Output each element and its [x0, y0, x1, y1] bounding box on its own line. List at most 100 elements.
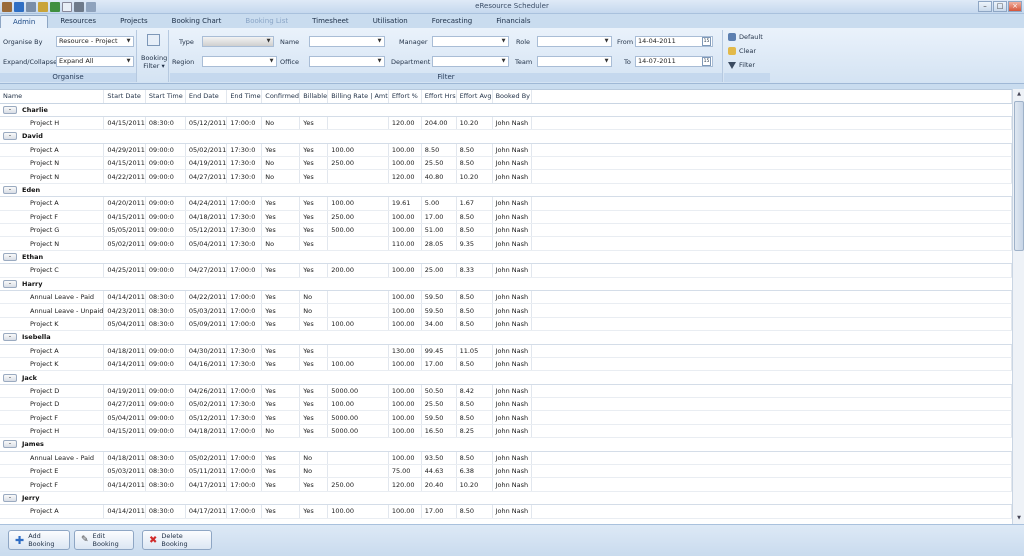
filter-button[interactable]: Filter: [728, 61, 755, 69]
table-cell: 25.00: [421, 263, 457, 278]
scroll-thumb[interactable]: [1014, 101, 1024, 251]
collapse-toggle-icon[interactable]: -: [3, 333, 17, 342]
table-cell: Yes: [261, 223, 301, 238]
edit-booking-button[interactable]: ✎ Edit Booking: [74, 530, 134, 550]
type-select[interactable]: ▼: [202, 36, 274, 47]
table-row[interactable]: Project N 05/02/2011 09:00:0 05/04/2011 17:3…: [0, 236, 1012, 251]
column-header[interactable]: Billing Rate | Amt: [327, 90, 389, 104]
table-row[interactable]: Project K 05/04/2011 08:30:0 05/09/2011 17:0…: [0, 317, 1012, 332]
table-cell: 17:00:0: [226, 317, 263, 332]
column-header[interactable]: Booked By: [492, 90, 532, 104]
table-row[interactable]: Project H 04/15/2011 09:00:0 04/18/2011 17:0…: [0, 424, 1012, 439]
table-row[interactable]: Project A 04/29/2011 09:00:0 05/02/2011 17:3…: [0, 143, 1012, 158]
delete-booking-button[interactable]: ✖ Delete Booking: [142, 530, 212, 550]
organise-by-select[interactable]: Resource - Project ▼: [56, 36, 134, 47]
table-row[interactable]: Project C 04/25/2011 09:00:0 04/27/2011 17:0…: [0, 263, 1012, 278]
vertical-scrollbar[interactable]: ▲ ▼: [1012, 89, 1024, 524]
collapse-toggle-icon[interactable]: -: [3, 105, 17, 114]
table-row[interactable]: Project A 04/18/2011 09:00:0 04/30/2011 17:3…: [0, 344, 1012, 358]
table-row[interactable]: Project A 04/20/2011 09:00:0 04/24/2011 17:0…: [0, 196, 1012, 211]
region-select[interactable]: ▼: [202, 56, 277, 67]
table-cell: 04/18/2011: [103, 344, 146, 358]
table-cell: 100.00: [388, 504, 422, 519]
table-cell: 8.50: [456, 303, 493, 318]
table-cell: 04/23/2011: [103, 303, 146, 318]
booking-filter-button[interactable]: Booking Filter ▾: [141, 54, 167, 70]
table-cell: 17:00:0: [226, 196, 263, 211]
tab-financials[interactable]: Financials: [484, 15, 542, 28]
column-header[interactable]: Billable: [299, 90, 329, 104]
table-row[interactable]: Project N 04/22/2011 09:00:0 04/27/2011 17:3…: [0, 169, 1012, 184]
table-row[interactable]: Project D 04/27/2011 09:00:0 05/02/2011 17:3…: [0, 397, 1012, 412]
table-row[interactable]: Project E 05/03/2011 08:30:0 05/11/2011 17:0…: [0, 464, 1012, 479]
calendar-icon[interactable]: 15: [702, 37, 711, 46]
from-date-input[interactable]: 14-04-2011 15: [635, 36, 713, 47]
close-icon[interactable]: ×: [1008, 1, 1022, 12]
column-header[interactable]: Name: [0, 90, 105, 104]
collapse-toggle-icon[interactable]: -: [3, 279, 17, 288]
collapse-toggle-icon[interactable]: -: [3, 132, 17, 141]
table-cell: John Nash: [492, 410, 532, 425]
tab-projects[interactable]: Projects: [108, 15, 160, 28]
office-select[interactable]: ▼: [309, 56, 385, 67]
table-row[interactable]: Annual Leave - Paid 04/18/2011 08:30:0 05/0…: [0, 451, 1012, 466]
calendar-icon[interactable]: 15: [702, 57, 711, 66]
table-cell: 09:00:0: [145, 397, 186, 412]
row-filler: [531, 196, 1012, 211]
table-row[interactable]: Project A 04/14/2011 08:30:0 04/17/2011 17:0…: [0, 504, 1012, 519]
scroll-down-icon[interactable]: ▼: [1014, 514, 1024, 523]
tab-resources[interactable]: Resources: [48, 15, 108, 28]
column-header[interactable]: End Date: [185, 90, 228, 104]
collapse-toggle-icon[interactable]: -: [3, 186, 17, 195]
table-row[interactable]: Project K 04/14/2011 09:00:0 04/16/2011 17:3…: [0, 357, 1012, 372]
scroll-up-icon[interactable]: ▲: [1014, 90, 1024, 99]
table-row[interactable]: Project F 04/15/2011 09:00:0 04/18/2011 17:3…: [0, 210, 1012, 225]
group-cell: - Jerry: [0, 491, 1012, 506]
table-row[interactable]: Project F 05/04/2011 09:00:0 05/12/2011 17:3…: [0, 410, 1012, 425]
column-header[interactable]: Effort Hrs: [421, 90, 457, 104]
booking-filter-group[interactable]: Booking Filter ▾: [138, 30, 169, 82]
expand-collapse-select[interactable]: Expand All ▼: [56, 56, 134, 67]
collapse-toggle-icon[interactable]: -: [3, 373, 17, 382]
tab-booking-list[interactable]: Booking List: [233, 15, 300, 28]
tab-utilisation[interactable]: Utilisation: [361, 15, 420, 28]
table-cell: John Nash: [492, 384, 532, 399]
table-row[interactable]: Annual Leave - Unpaid 04/23/2011 08:30:0 05…: [0, 303, 1012, 318]
column-header[interactable]: End Time: [226, 90, 263, 104]
add-booking-button[interactable]: ✚ Add Booking: [8, 530, 70, 550]
minimize-icon[interactable]: –: [978, 1, 992, 12]
role-select[interactable]: ▼: [537, 36, 612, 47]
tab-booking-chart[interactable]: Booking Chart: [160, 15, 234, 28]
table-row[interactable]: Project F 04/14/2011 08:30:0 04/17/2011 17:0…: [0, 477, 1012, 492]
table-cell: John Nash: [492, 451, 532, 466]
collapse-toggle-icon[interactable]: -: [3, 494, 17, 503]
column-header[interactable]: Start Time: [145, 90, 186, 104]
collapse-toggle-icon[interactable]: -: [3, 252, 17, 261]
clear-button[interactable]: Clear: [728, 47, 756, 55]
table-cell: 17:30:0: [226, 169, 263, 184]
table-row[interactable]: Project G 05/05/2011 09:00:0 05/12/2011 17:3…: [0, 223, 1012, 238]
manager-select[interactable]: ▼: [432, 36, 509, 47]
tab-admin[interactable]: Admin: [0, 15, 49, 28]
default-button[interactable]: Default: [728, 33, 763, 41]
to-date-input[interactable]: 14-07-2011 15: [635, 56, 713, 67]
column-header[interactable]: Confirmed: [261, 90, 301, 104]
column-header[interactable]: Start Date: [103, 90, 146, 104]
table-cell: 09:00:0: [145, 357, 186, 372]
tab-forecasting[interactable]: Forecasting: [420, 15, 484, 28]
department-select[interactable]: ▼: [432, 56, 509, 67]
maximize-icon[interactable]: □: [993, 1, 1007, 12]
tab-timesheet[interactable]: Timesheet: [300, 15, 361, 28]
table-cell: 05/02/2011: [185, 451, 228, 466]
table-cell: 5000.00: [327, 410, 389, 425]
table-cell: 100.00: [388, 263, 422, 278]
column-header[interactable]: Effort %: [388, 90, 422, 104]
table-row[interactable]: Annual Leave - Paid 04/14/2011 08:30:0 04/2…: [0, 290, 1012, 305]
table-row[interactable]: Project H 04/15/2011 08:30:0 05/12/2011 17:0…: [0, 116, 1012, 131]
column-header[interactable]: Effort Avg: [456, 90, 493, 104]
team-select[interactable]: ▼: [537, 56, 612, 67]
collapse-toggle-icon[interactable]: -: [3, 440, 17, 449]
name-select[interactable]: ▼: [309, 36, 385, 47]
table-row[interactable]: Project N 04/15/2011 09:00:0 04/19/2011 17:3…: [0, 156, 1012, 171]
table-row[interactable]: Project D 04/19/2011 09:00:0 04/26/2011 17:0…: [0, 384, 1012, 399]
